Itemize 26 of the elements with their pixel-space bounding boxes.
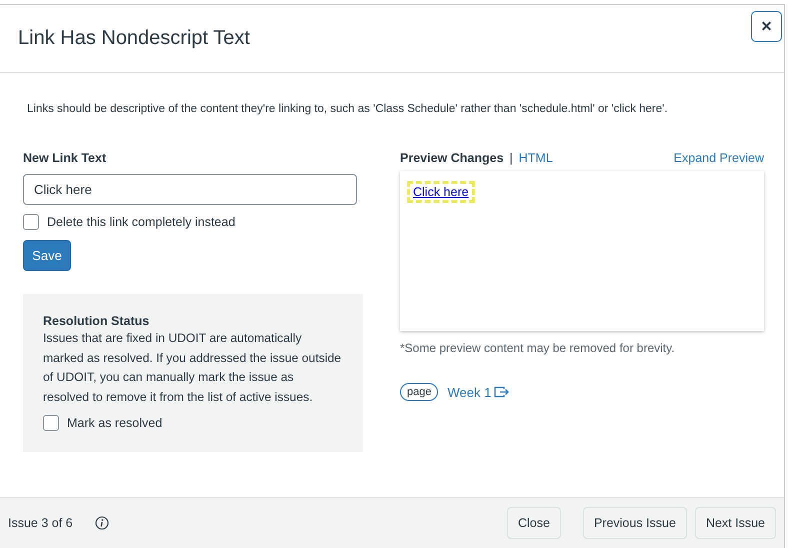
dialog-title: Link Has Nondescript Text <box>18 27 250 50</box>
separator: | <box>510 151 513 165</box>
panel-text: Issues that are fixed in UDOIT are automatically marked as resolved. If you addressed the issue outside of UDOIT, you can manually mark the issue as resolved to remove it from the list of active issues. <box>43 330 342 406</box>
view-tab[interactable]: Preview Changes <box>400 151 504 165</box>
footer-button[interactable]: Close <box>506 507 561 539</box>
checkbox-label: Mark as resolved <box>67 416 162 430</box>
checkbox[interactable] <box>43 415 59 431</box>
content-type-tag: page <box>400 383 438 401</box>
save-button[interactable]: Save <box>23 240 71 271</box>
footer-button[interactable]: Previous Issue <box>582 507 687 539</box>
preview-note: *Some preview content may be removed for brevity. <box>400 341 676 355</box>
footer-button[interactable]: Next Issue <box>694 507 776 539</box>
content-link[interactable]: Week 1 <box>447 384 492 400</box>
checkbox-label: Delete this link completely instead <box>47 215 236 229</box>
view-tab[interactable]: HTML <box>518 151 553 165</box>
panel-title: Resolution Status <box>43 314 150 328</box>
expand-preview-link[interactable]: Expand Preview <box>674 151 764 165</box>
checkbox[interactable] <box>23 214 39 230</box>
highlighted-link[interactable]: Click here <box>410 184 472 200</box>
field-label: New Link Text <box>23 151 108 165</box>
issue-counter: Issue 3 of 6 <box>8 516 73 530</box>
link-text-field[interactable]: Click here <box>23 174 357 205</box>
close-button[interactable]: × <box>751 11 782 42</box>
external-link-icon <box>494 386 510 398</box>
info-icon[interactable] <box>94 516 109 530</box>
description-text: Links should be descriptive of the content they're linking to, such as 'Class Schedule' rather than 'schedule.html' or 'click here'. <box>27 103 669 115</box>
